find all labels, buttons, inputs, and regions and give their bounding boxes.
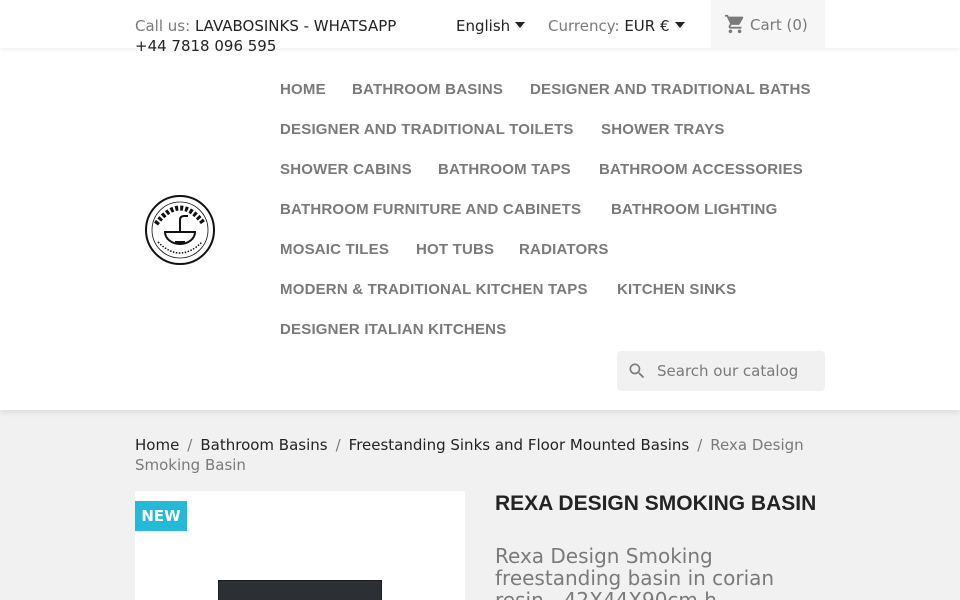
nav-item-designer-baths[interactable]: DESIGNER AND TRADITIONAL BATHS <box>530 80 811 100</box>
breadcrumb: Home / Bathroom Basins / Freestanding Sinks … <box>135 435 835 475</box>
cart-button[interactable]: Cart (0) <box>711 0 825 48</box>
nav-item-shower-trays[interactable]: SHOWER TRAYS <box>601 120 725 140</box>
product-title: REXA DESIGN SMOKING BASIN <box>495 492 817 515</box>
nav-item-home[interactable]: HOME <box>280 80 326 100</box>
nav-item-bathroom-taps[interactable]: BATHROOM TAPS <box>438 160 571 180</box>
nav-item-hot-tubs[interactable]: HOT TUBS <box>416 240 494 260</box>
nav-item-italian-kitchens[interactable]: DESIGNER ITALIAN KITCHENS <box>280 320 506 340</box>
breadcrumb-separator: / <box>697 436 703 454</box>
call-us-name: LAVABOSINKS - WHATSAPP <box>194 17 397 35</box>
nav-item-shower-cabins[interactable]: SHOWER CABINS <box>280 160 412 180</box>
search-box <box>617 351 825 391</box>
site-logo[interactable] <box>144 194 216 266</box>
currency-label: Currency: <box>548 17 620 35</box>
nav-item-radiators[interactable]: RADIATORS <box>519 240 609 260</box>
nav-item-kitchen-taps[interactable]: MODERN & TRADITIONAL KITCHEN TAPS <box>280 280 588 300</box>
nav-item-mosaic-tiles[interactable]: MOSAIC TILES <box>280 240 389 260</box>
breadcrumb-separator: / <box>335 436 341 454</box>
cart-text: Cart <box>750 16 782 34</box>
language-value: English <box>456 17 511 35</box>
nav-item-bathroom-basins[interactable]: BATHROOM BASINS <box>352 80 503 100</box>
contact-info: Call us: LAVABOSINKS - WHATSAPP +44 7818… <box>135 16 415 56</box>
nav-item-bathroom-lighting[interactable]: BATHROOM LIGHTING <box>611 200 777 220</box>
new-badge: NEW <box>135 501 187 531</box>
breadcrumb-home[interactable]: Home <box>135 436 179 454</box>
search-icon[interactable] <box>627 361 647 381</box>
cart-label: Cart (0) <box>750 15 808 35</box>
nav-item-designer-toilets[interactable]: DESIGNER AND TRADITIONAL TOILETS <box>280 120 574 140</box>
breadcrumb-freestanding-sinks[interactable]: Freestanding Sinks and Floor Mounted Bas… <box>349 436 690 454</box>
currency-selector[interactable]: Currency: EUR € <box>548 16 685 36</box>
breadcrumb-separator: / <box>187 436 193 454</box>
call-us-label: Call us: <box>135 17 191 35</box>
cart-count: (0) <box>786 16 808 34</box>
nav-item-bathroom-accessories[interactable]: BATHROOM ACCESSORIES <box>599 160 803 180</box>
product-subtitle: Rexa Design Smoking freestanding basin i… <box>495 545 775 600</box>
top-bar: Call us: LAVABOSINKS - WHATSAPP +44 7818… <box>0 0 960 55</box>
call-us-number: +44 7818 096 595 <box>135 37 277 55</box>
logo-basin-icon <box>145 195 215 265</box>
chevron-down-icon <box>515 22 526 28</box>
chevron-down-icon <box>674 22 685 28</box>
nav-item-bathroom-furniture[interactable]: BATHROOM FURNITURE AND CABINETS <box>280 200 581 220</box>
language-selector[interactable]: English <box>456 16 526 36</box>
nav-item-kitchen-sinks[interactable]: KITCHEN SINKS <box>617 280 736 300</box>
breadcrumb-bathroom-basins[interactable]: Bathroom Basins <box>200 436 327 454</box>
product-basin-image <box>218 580 382 600</box>
site-header: HOME BATHROOM BASINS DESIGNER AND TRADIT… <box>0 48 960 410</box>
search-input[interactable] <box>657 360 819 382</box>
currency-value: EUR € <box>624 17 670 35</box>
shopping-cart-icon <box>724 14 744 34</box>
